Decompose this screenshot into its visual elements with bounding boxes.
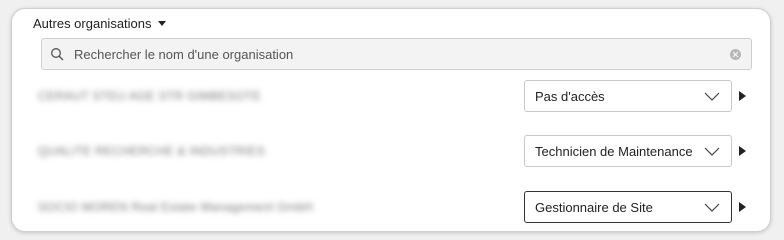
search-icon: [51, 48, 64, 61]
role-select-value: Gestionnaire de Site: [535, 199, 653, 215]
other-organizations-toggle[interactable]: Autres organisations: [33, 13, 166, 33]
organization-row: SOCIO MOREN Real Estate Management GmbH …: [12, 191, 772, 225]
other-organizations-panel: Autres organisations CERAUT STEU AGE STR…: [11, 8, 771, 232]
caret-down-icon: [157, 21, 166, 26]
organization-row: QUALITE RECHERCHE & INDUSTRIES Technicie…: [12, 135, 772, 169]
role-select-value: Technicien de Maintenance: [535, 143, 693, 159]
expand-arrow-icon[interactable]: [739, 91, 746, 101]
role-select[interactable]: Technicien de Maintenance: [524, 135, 732, 167]
organization-name: SOCIO MOREN Real Estate Management GmbH: [38, 200, 314, 214]
expand-arrow-icon[interactable]: [739, 146, 746, 156]
clear-search-icon[interactable]: [730, 48, 741, 60]
chevron-down-icon: [704, 92, 720, 101]
organization-row: CERAUT STEU AGE STR GIMBESOTE Pas d'accè…: [12, 80, 772, 114]
role-select-value: Pas d'accès: [535, 88, 605, 104]
expand-arrow-icon[interactable]: [739, 202, 746, 212]
role-select[interactable]: Pas d'accès: [524, 80, 732, 112]
role-select[interactable]: Gestionnaire de Site: [524, 191, 732, 223]
chevron-down-icon: [704, 203, 720, 212]
search-input[interactable]: [74, 46, 730, 62]
organization-name: QUALITE RECHERCHE & INDUSTRIES: [38, 144, 266, 158]
organization-search-box[interactable]: [41, 38, 752, 70]
section-title: Autres organisations: [33, 15, 152, 31]
organization-name: CERAUT STEU AGE STR GIMBESOTE: [38, 89, 262, 103]
chevron-down-icon: [704, 147, 720, 156]
